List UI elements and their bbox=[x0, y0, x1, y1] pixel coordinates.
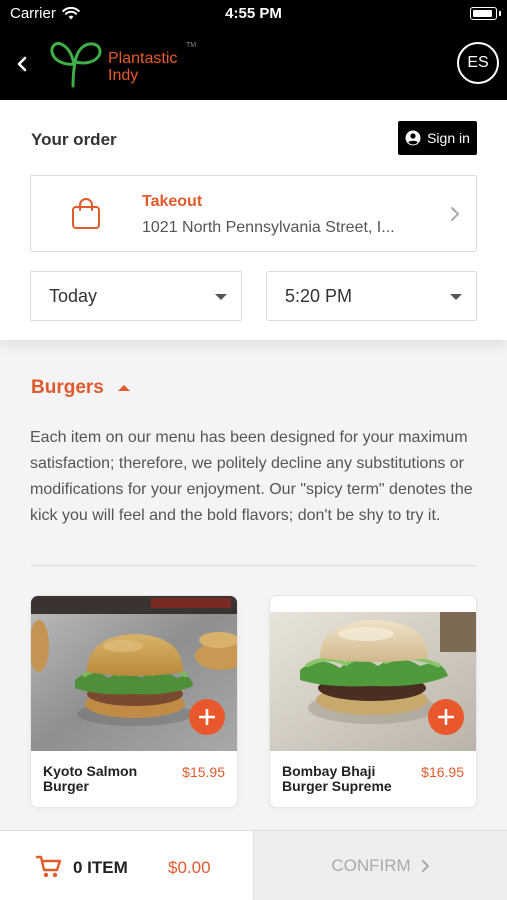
add-to-cart-button[interactable] bbox=[189, 699, 225, 735]
menu-item-name: Bombay Bhaji Burger Supreme bbox=[282, 763, 392, 794]
day-select-value: Today bbox=[49, 286, 98, 306]
back-button[interactable] bbox=[8, 50, 36, 78]
category-header-burgers[interactable]: Burgers bbox=[31, 377, 130, 399]
chevron-right-icon bbox=[421, 860, 429, 872]
user-avatar-button[interactable]: ES bbox=[457, 42, 499, 84]
account-circle-icon bbox=[405, 130, 421, 146]
trademark-mark: TM bbox=[186, 42, 197, 49]
time-select[interactable]: 5:20 PM bbox=[266, 271, 477, 321]
time-select-value: 5:20 PM bbox=[285, 286, 353, 306]
shopping-bag-icon bbox=[72, 198, 100, 229]
brand-name-line1: Plantastic bbox=[108, 50, 178, 67]
shopping-cart-icon bbox=[36, 855, 62, 878]
takeout-location-card[interactable]: Takeout 1021 North Pennsylvania Street, … bbox=[30, 175, 477, 252]
dropdown-caret-icon bbox=[450, 294, 462, 300]
brand-name: Plantastic Indy bbox=[108, 50, 177, 84]
confirm-label: CONFIRM bbox=[331, 856, 411, 875]
chevron-right-icon bbox=[451, 207, 459, 221]
status-bar: Carrier 4:55 PM bbox=[0, 0, 507, 28]
brand-logo: Plantastic Indy TM bbox=[46, 40, 206, 90]
sign-in-button[interactable]: Sign in bbox=[398, 121, 477, 155]
add-to-cart-button[interactable] bbox=[428, 699, 464, 735]
order-title: Your order bbox=[31, 130, 117, 149]
cart-total: $0.00 bbox=[168, 858, 211, 877]
confirm-button[interactable]: CONFIRM bbox=[253, 831, 507, 900]
chevron-left-icon bbox=[17, 56, 27, 72]
menu-item-card[interactable]: Bombay Bhaji Burger Supreme $16.95 bbox=[269, 595, 477, 808]
menu-item-name: Kyoto Salmon Burger bbox=[43, 763, 138, 794]
cart-summary[interactable]: 0 ITEM $0.00 bbox=[0, 831, 253, 900]
battery-icon bbox=[470, 7, 501, 20]
cart-bar: 0 ITEM $0.00 CONFIRM bbox=[0, 830, 507, 900]
collapse-caret-icon bbox=[117, 385, 130, 391]
plus-icon bbox=[438, 709, 454, 725]
day-select[interactable]: Today bbox=[30, 271, 242, 321]
dropdown-caret-icon bbox=[215, 294, 227, 300]
plus-icon bbox=[199, 709, 215, 725]
status-time: 4:55 PM bbox=[225, 5, 282, 22]
section-divider bbox=[30, 565, 477, 566]
sprout-logo-icon bbox=[50, 42, 102, 88]
menu-item-card[interactable]: Kyoto Salmon Burger $15.95 bbox=[30, 595, 238, 808]
order-panel: Your order Sign in Takeout 1021 North Pe… bbox=[0, 100, 507, 340]
header: Plantastic Indy TM ES bbox=[0, 28, 507, 100]
menu-item-price: $16.95 bbox=[421, 764, 464, 780]
category-title: Burgers bbox=[31, 377, 104, 398]
pickup-address: 1021 North Pennsylvania Street, I... bbox=[142, 219, 395, 236]
sign-in-label: Sign in bbox=[427, 130, 470, 146]
brand-name-line2: Indy bbox=[108, 67, 139, 84]
cart-item-count: 0 ITEM bbox=[73, 858, 128, 877]
order-mode-label: Takeout bbox=[142, 193, 203, 210]
category-description: Each item on our menu has been designed … bbox=[30, 429, 473, 524]
menu-item-price: $15.95 bbox=[182, 764, 225, 780]
